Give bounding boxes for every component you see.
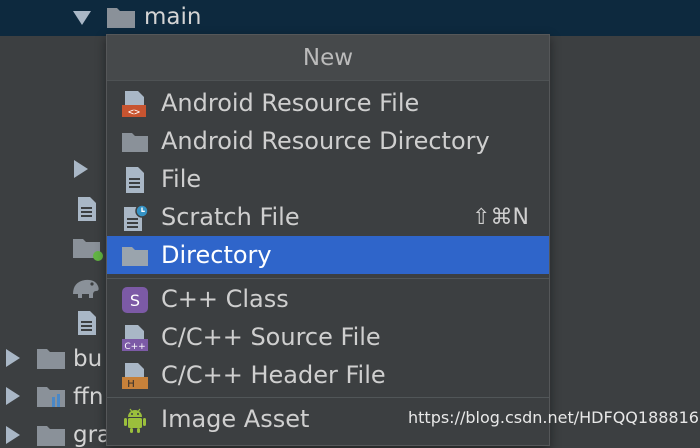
folder-icon <box>37 426 65 446</box>
menu-item-label: Scratch File <box>161 203 300 231</box>
menu-item-android-resource-file[interactable]: <> Android Resource File <box>107 84 549 122</box>
collapse-arrow-icon[interactable] <box>6 349 20 367</box>
svg-text:C++: C++ <box>124 342 145 352</box>
menu-item-label: Directory <box>161 241 272 269</box>
expand-arrow-icon[interactable] <box>73 11 91 25</box>
menu-item-label: Image Asset <box>161 405 310 433</box>
menu-item-label: C/C++ Source File <box>161 323 381 351</box>
tree-node-main[interactable]: main <box>144 6 201 29</box>
menu-item-android-resource-directory[interactable]: Android Resource Directory <box>107 122 549 160</box>
tree-node-ffn[interactable]: ffn <box>73 386 103 409</box>
menu-item-cpp-source-file[interactable]: C++ C/C++ Source File <box>107 318 549 356</box>
shortcut-label: ⇧⌘N <box>472 204 529 230</box>
menu-item-scratch-file[interactable]: Scratch File ⇧⌘N <box>107 198 549 236</box>
collapse-arrow-icon[interactable] <box>6 426 20 444</box>
menu-item-label: Android Resource File <box>161 89 420 117</box>
module-folder-icon <box>37 387 65 407</box>
svg-text:H: H <box>127 379 135 390</box>
folder-status-icon <box>73 239 103 261</box>
collapse-arrow-icon[interactable] <box>74 160 88 178</box>
menu-title: New <box>107 35 549 81</box>
collapse-arrow-icon[interactable] <box>6 387 20 405</box>
menu-item-label: C++ Class <box>161 285 289 313</box>
menu-item-directory[interactable]: Directory <box>107 236 549 274</box>
folder-icon <box>122 133 148 152</box>
file-icon <box>78 197 96 221</box>
tree-selected-row[interactable] <box>0 0 700 36</box>
cpp-class-icon: S <box>122 287 148 313</box>
scratch-file-icon <box>124 204 149 231</box>
menu-item-label: C/C++ Header File <box>161 361 386 389</box>
svg-text:S: S <box>130 291 140 310</box>
gradle-icon <box>73 279 99 298</box>
new-popup-menu: New <> Android Resource File Android Res… <box>106 34 550 446</box>
menu-item-cpp-class[interactable]: S C++ Class <box>107 280 549 318</box>
menu-item-label: Android Resource Directory <box>161 127 490 155</box>
menu-separator <box>107 278 549 279</box>
cpp-source-file-icon: C++ <box>122 325 148 352</box>
menu-separator <box>107 397 549 398</box>
android-resource-file-icon: <> <box>122 91 146 118</box>
watermark-text: https://blog.csdn.net/HDFQQ188816190 <box>408 408 700 427</box>
cpp-header-file-icon: H <box>122 363 148 390</box>
android-icon <box>124 408 146 433</box>
menu-item-cpp-header-file[interactable]: H C/C++ Header File <box>107 356 549 394</box>
folder-icon <box>37 349 65 369</box>
tree-node-bu[interactable]: bu <box>73 348 102 371</box>
menu-item-file[interactable]: File <box>107 160 549 198</box>
folder-icon <box>107 8 135 28</box>
svg-text:<>: <> <box>128 107 140 118</box>
file-icon <box>78 311 96 335</box>
menu-item-label: File <box>161 165 202 193</box>
folder-icon <box>122 247 148 266</box>
file-icon <box>126 167 144 193</box>
